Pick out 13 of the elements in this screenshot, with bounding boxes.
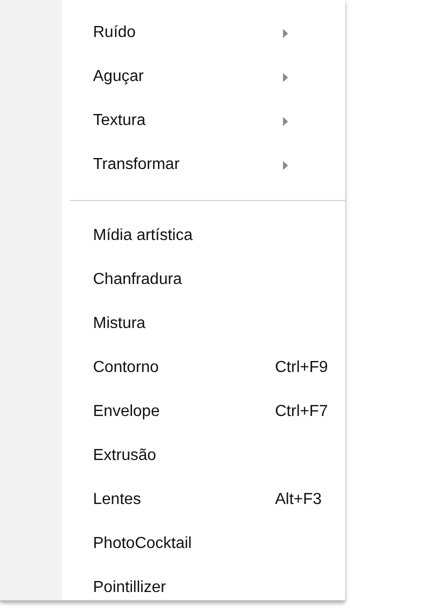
menu-item[interactable]: Pointillizer bbox=[62, 566, 345, 610]
menu-item[interactable]: Mistura bbox=[62, 302, 345, 346]
menu-item[interactable]: Ruído bbox=[62, 11, 345, 55]
menu-item[interactable]: Envelope Ctrl+F7 bbox=[62, 390, 345, 434]
menu-item[interactable]: Transformar bbox=[62, 143, 345, 187]
menu-item[interactable]: Extrusão bbox=[62, 434, 345, 478]
menu-item[interactable]: Chanfradura bbox=[62, 258, 345, 302]
menu-item[interactable]: Mídia artística bbox=[62, 214, 345, 258]
menu-item[interactable]: Contorno Ctrl+F9 bbox=[62, 346, 345, 390]
menu-item[interactable]: PhotoCocktail bbox=[62, 522, 345, 566]
menu-item[interactable]: Aguçar bbox=[62, 55, 345, 99]
menu-item[interactable]: Lentes Alt+F3 bbox=[62, 478, 345, 522]
menu-item[interactable]: Textura bbox=[62, 99, 345, 143]
